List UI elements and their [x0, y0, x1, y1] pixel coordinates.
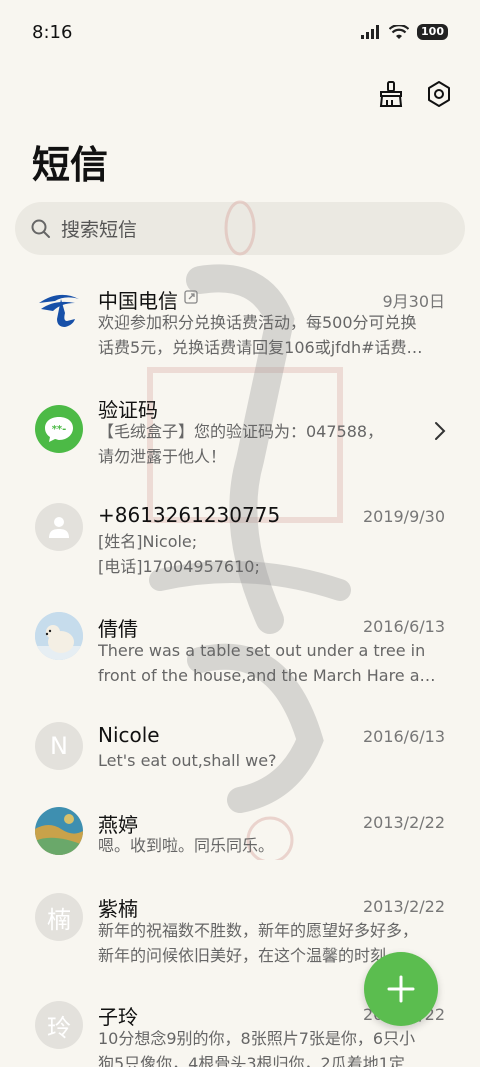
conversation-item[interactable]: 燕婷 2013/2/22 嗯。收到啦。同乐同乐。 — [0, 800, 480, 885]
conversation-preview: 【毛绒盒子】您的验证码为：047588， 请勿泄露于他人！ — [98, 419, 444, 469]
wifi-icon — [389, 24, 410, 39]
signal-icon — [361, 25, 380, 39]
broom-icon — [379, 81, 403, 107]
preview-line: 嗯。收到啦。同乐同乐。 — [98, 836, 275, 855]
top-actions — [376, 78, 454, 110]
avatar-letter: N — [50, 732, 68, 760]
preview-line: [姓名]Nicole; — [98, 532, 198, 551]
polar-bear-photo — [35, 612, 83, 660]
conversation-item[interactable]: N Nicole 2016/6/13 Let's eat out,shall w… — [0, 715, 480, 800]
avatar-letter: 楠 — [47, 905, 71, 934]
avatar-letter: 玲 — [47, 1013, 71, 1042]
avatar: N — [35, 722, 83, 770]
conversation-item[interactable]: 倩倩 2016/6/13 There was a table set out u… — [0, 605, 480, 715]
conversation-preview: 欢迎参加积分兑换话费活动，每500分可兑换 话费5元，兑换话费请回复106或jf… — [98, 310, 444, 360]
landscape-photo — [35, 807, 83, 855]
preview-line: There was a table set out under a tree i… — [98, 641, 426, 660]
message-bubble-icon: **- — [45, 417, 73, 442]
search-placeholder: 搜索短信 — [61, 219, 138, 241]
search-icon — [31, 219, 50, 238]
official-badge-icon — [184, 290, 198, 304]
conversation-date: 2013/2/22 — [362, 813, 445, 832]
plus-icon — [387, 975, 415, 1003]
avatar — [35, 503, 83, 551]
preview-line: [电话]17004957610; — [98, 557, 260, 576]
avatar — [35, 285, 83, 333]
conversation-name: +8613261230775 — [98, 503, 281, 527]
avatar — [35, 807, 83, 855]
conversation-item[interactable]: +8613261230775 2019/9/30 [姓名]Nicole; [电话… — [0, 495, 480, 605]
conversation-date: 2016/6/13 — [362, 617, 445, 636]
preview-line: 欢迎参加积分兑换话费活动，每500分可兑换 — [98, 313, 417, 332]
conversation-preview: [姓名]Nicole; [电话]17004957610; — [98, 529, 444, 579]
preview-line: Let's eat out,shall we? — [98, 751, 277, 770]
status-bar: 8:16 100 — [0, 0, 480, 66]
preview-line: front of the house,and the March Hare an… — [98, 666, 444, 685]
conversation-date: 9月30日 — [382, 292, 445, 311]
conversation-item[interactable]: 中国电信 9月30日 欢迎参加积分兑换话费活动，每500分可兑换 话费5元，兑换… — [0, 275, 480, 385]
avatar: **- — [35, 405, 83, 453]
status-icons: 100 — [361, 24, 448, 40]
conversation-date: 2016/6/13 — [362, 727, 445, 746]
conversation-name: Nicole — [98, 723, 160, 747]
avatar — [35, 612, 83, 660]
status-time: 8:16 — [32, 22, 73, 43]
telecom-logo-icon — [39, 294, 79, 327]
conversation-preview: 10分想念9别的你，8张照片7张是你，6只小 狗5只像你，4根骨头3根归你，2瓜… — [98, 1026, 444, 1067]
conversation-preview: Let's eat out,shall we? — [98, 748, 444, 773]
conversation-date: 2019/9/30 — [362, 507, 445, 526]
preview-line: 10分想念9别的你，8张照片7张是你，6只小 — [98, 1029, 416, 1048]
settings-button[interactable] — [424, 78, 454, 110]
search-bar[interactable]: 搜索短信 — [15, 202, 465, 255]
chevron-right-icon — [435, 422, 446, 440]
new-message-button[interactable] — [364, 952, 438, 1026]
gear-icon — [428, 81, 450, 107]
clean-button[interactable] — [376, 78, 406, 110]
svg-text:**-: **- — [52, 424, 67, 435]
avatar: 玲 — [35, 1001, 83, 1049]
avatar: 楠 — [35, 893, 83, 941]
conversation-preview: There was a table set out under a tree i… — [98, 638, 444, 688]
preview-line: 【毛绒盒子】您的验证码为：047588， — [98, 422, 384, 441]
page-title: 短信 — [32, 143, 109, 187]
conversation-preview: 嗯。收到啦。同乐同乐。 — [98, 833, 444, 858]
conversation-item[interactable]: **- 验证码 【毛绒盒子】您的验证码为：047588， 请勿泄露于他人！ — [0, 385, 480, 495]
preview-line: 新年的祝福数不胜数，新年的愿望好多好多， — [98, 921, 419, 940]
preview-line: 话费5元，兑换话费请回复106或jfdh#话费… — [98, 338, 423, 357]
conversation-date: 2013/2/22 — [362, 897, 445, 916]
preview-line: 请勿泄露于他人！ — [98, 447, 227, 466]
contact-icon — [49, 517, 69, 538]
preview-line: 狗5只像你，4根骨头3根归你，2瓜着地1定… — [98, 1054, 421, 1067]
battery-indicator: 100 — [417, 24, 448, 40]
